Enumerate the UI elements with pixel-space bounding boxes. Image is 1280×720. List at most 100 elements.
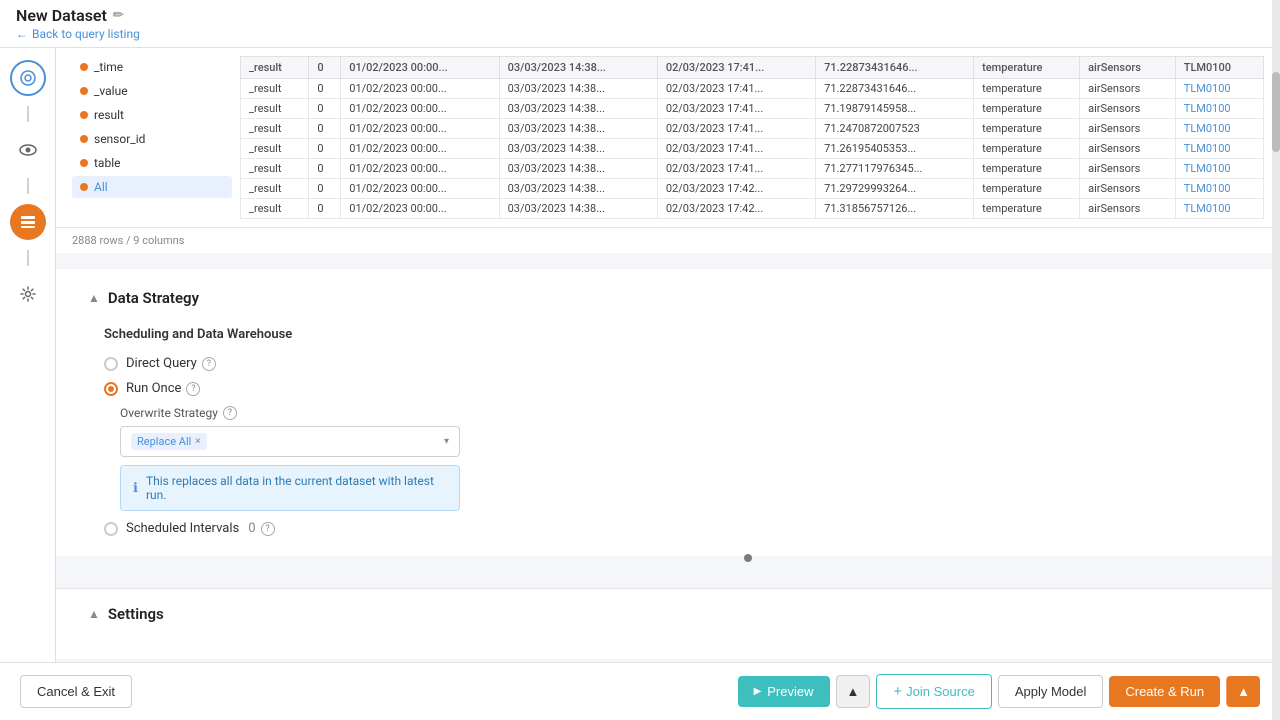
sidebar: [0, 48, 56, 662]
settings-section: ▲ Settings: [56, 588, 1280, 659]
overwrite-selected-tag: Replace All ×: [131, 433, 207, 450]
table-row: _result 0 01/02/2023 00:00... 03/03/2023…: [241, 99, 1264, 119]
column-tag-value: [80, 87, 88, 95]
table-row: _result 0 01/02/2023 00:00... 03/03/2023…: [241, 199, 1264, 219]
scrollbar-thumb[interactable]: [1272, 72, 1280, 152]
th-col3: 01/02/2023 00:00...: [341, 57, 499, 79]
dropdown-tag-close-icon[interactable]: ×: [195, 436, 200, 447]
back-arrow-icon: ←: [16, 27, 28, 41]
preview-label: Preview: [767, 684, 813, 699]
column-tag-table: [80, 159, 88, 167]
column-item-result[interactable]: result: [72, 104, 232, 126]
info-icon: ℹ: [133, 481, 138, 496]
scheduled-intervals-label: Scheduled Intervals 0 ?: [126, 521, 275, 536]
td-col5: 02/03/2023 17:41...: [657, 79, 815, 99]
cancel-exit-button[interactable]: Cancel & Exit: [20, 675, 132, 708]
top-bar: New Dataset ✏ ← Back to query listing: [0, 0, 1280, 48]
bottom-right: ▶ Preview ▲ + Join Source Apply Model Cr…: [738, 674, 1260, 709]
overwrite-label: Overwrite Strategy ?: [120, 406, 1248, 420]
bottom-bar: Cancel & Exit ▶ Preview ▲ + Join Source …: [0, 662, 1280, 720]
data-strategy-title: Data Strategy: [108, 289, 199, 307]
settings-collapse-icon[interactable]: ▲: [88, 607, 100, 621]
table-row: _result 0 01/02/2023 00:00... 03/03/2023…: [241, 79, 1264, 99]
table-row: _result 0 01/02/2023 00:00... 03/03/2023…: [241, 179, 1264, 199]
edit-title-icon[interactable]: ✏: [113, 8, 124, 23]
sidebar-icon-datasource[interactable]: [10, 60, 46, 96]
run-once-label: Run Once ?: [126, 381, 200, 396]
sidebar-icon-preview[interactable]: [10, 132, 46, 168]
td-col7: temperature: [974, 79, 1080, 99]
td-col3: 01/02/2023 00:00...: [341, 79, 499, 99]
td-col6: 71.22873431646...: [816, 79, 974, 99]
th-result: _result: [241, 57, 309, 79]
column-tag-result: [80, 111, 88, 119]
preview-expand-icon: ▲: [847, 684, 860, 699]
direct-query-label: Direct Query ?: [126, 356, 216, 371]
scheduling-title: Scheduling and Data Warehouse: [104, 327, 1248, 342]
th-col8: airSensors: [1080, 57, 1176, 79]
back-link[interactable]: ← Back to query listing: [16, 27, 140, 41]
bottom-left: Cancel & Exit: [20, 675, 132, 708]
td-result: _result: [241, 79, 309, 99]
run-once-option[interactable]: Run Once ?: [104, 381, 1248, 396]
sidebar-icon-settings[interactable]: [10, 276, 46, 312]
td-col9[interactable]: TLM0100: [1175, 79, 1263, 99]
scheduled-intervals-help-icon[interactable]: ?: [261, 522, 275, 536]
td-col2: 0: [309, 79, 341, 99]
join-plus-icon: +: [893, 683, 902, 700]
info-banner: ℹ This replaces all data in the current …: [120, 465, 460, 511]
preview-button[interactable]: ▶ Preview: [738, 676, 830, 707]
create-expand-button[interactable]: ▲: [1226, 676, 1260, 707]
scheduled-intervals-radio[interactable]: [104, 522, 118, 536]
table-row: _result 0 01/02/2023 00:00... 03/03/2023…: [241, 139, 1264, 159]
td-col8: airSensors: [1080, 79, 1176, 99]
preview-expand-button[interactable]: ▲: [836, 675, 871, 708]
column-item-all[interactable]: All: [72, 176, 232, 198]
table-with-sidebar: _time _value result sensor_id: [56, 48, 1280, 227]
column-tag-sensorid: [80, 135, 88, 143]
run-once-help-icon[interactable]: ?: [186, 382, 200, 396]
create-run-button[interactable]: Create & Run: [1109, 676, 1220, 707]
scrollbar-track[interactable]: [1272, 0, 1280, 720]
direct-query-help-icon[interactable]: ?: [202, 357, 216, 371]
sidebar-icon-dataset[interactable]: [10, 204, 46, 240]
table-row: _result 0 01/02/2023 00:00... 03/03/2023…: [241, 159, 1264, 179]
direct-query-radio[interactable]: [104, 357, 118, 371]
column-item-sensorid[interactable]: sensor_id: [72, 128, 232, 150]
column-label-sensorid: sensor_id: [94, 132, 145, 146]
page-title: New Dataset: [16, 6, 107, 25]
column-item-table[interactable]: table: [72, 152, 232, 174]
direct-query-option[interactable]: Direct Query ?: [104, 356, 1248, 371]
dropdown-arrow-icon: ▾: [444, 436, 449, 447]
th-col2: 0: [309, 57, 341, 79]
settings-header: ▲ Settings: [88, 605, 1248, 623]
th-col5: 02/03/2023 17:41...: [657, 57, 815, 79]
th-col9: TLM0100: [1175, 57, 1263, 79]
column-item-time[interactable]: _time: [72, 56, 232, 78]
th-col6: 71.22873431646...: [816, 57, 974, 79]
column-label-table: table: [94, 156, 120, 170]
overwrite-strategy-section: Overwrite Strategy ? Replace All × ▾ ℹ T…: [120, 406, 1248, 511]
column-item-value[interactable]: _value: [72, 80, 232, 102]
settings-title: Settings: [108, 605, 164, 623]
th-col4: 03/03/2023 14:38...: [499, 57, 657, 79]
overwrite-help-icon[interactable]: ?: [223, 406, 237, 420]
th-col7: temperature: [974, 57, 1080, 79]
play-icon: ▶: [754, 686, 762, 697]
data-strategy-section: ▲ Data Strategy Scheduling and Data Ware…: [56, 269, 1280, 556]
data-strategy-collapse-icon[interactable]: ▲: [88, 291, 100, 305]
table-row: _result 0 01/02/2023 00:00... 03/03/2023…: [241, 119, 1264, 139]
column-label-all: All: [94, 180, 108, 194]
apply-model-button[interactable]: Apply Model: [998, 675, 1104, 708]
page-title-group: New Dataset ✏: [16, 6, 140, 25]
overwrite-strategy-dropdown[interactable]: Replace All × ▾: [120, 426, 460, 457]
data-strategy-header: ▲ Data Strategy: [88, 289, 1248, 307]
scheduled-intervals-option[interactable]: Scheduled Intervals 0 ?: [104, 521, 1248, 536]
run-once-radio[interactable]: [104, 382, 118, 396]
join-source-button[interactable]: + Join Source: [876, 674, 991, 709]
join-source-label: Join Source: [906, 684, 975, 699]
scheduled-intervals-count: 0: [248, 521, 255, 536]
data-table: _result 0 01/02/2023 00:00... 03/03/2023…: [240, 56, 1264, 219]
content-area: _time _value result sensor_id: [56, 48, 1280, 662]
table-header-row: _result 0 01/02/2023 00:00... 03/03/2023…: [241, 57, 1264, 79]
